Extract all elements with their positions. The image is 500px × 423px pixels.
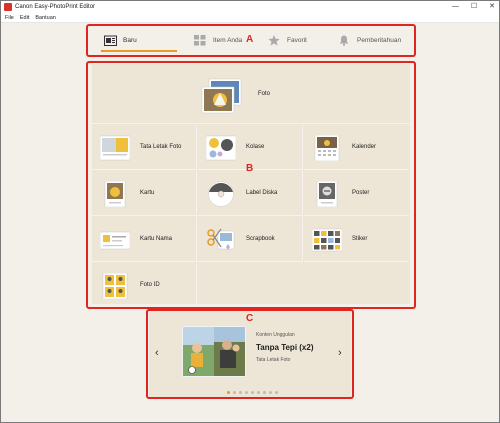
annotation-label-c: C xyxy=(246,313,254,324)
menu-file[interactable]: File xyxy=(5,15,14,21)
maximize-button[interactable]: ☐ xyxy=(471,1,477,13)
annotation-box-b xyxy=(86,61,416,309)
app-logo-icon xyxy=(4,3,12,11)
minimize-button[interactable]: — xyxy=(452,1,459,13)
title-bar: Canon Easy-PhotoPrint Editor — ☐ ✕ xyxy=(1,1,499,13)
annotation-label-a: A xyxy=(246,34,254,45)
menu-bar: File Edit Bantuan xyxy=(1,13,499,23)
main-content: Baru Item Anda Favorit Pemberitahuan A F… xyxy=(1,24,499,422)
close-button[interactable]: ✕ xyxy=(489,1,495,13)
window-title: Canon Easy-PhotoPrint Editor xyxy=(15,4,96,10)
menu-help[interactable]: Bantuan xyxy=(35,15,56,21)
annotation-label-b: B xyxy=(246,163,254,174)
menu-edit[interactable]: Edit xyxy=(20,15,29,21)
window-controls: — ☐ ✕ xyxy=(452,1,495,13)
app-window: Canon Easy-PhotoPrint Editor — ☐ ✕ File … xyxy=(0,0,500,423)
